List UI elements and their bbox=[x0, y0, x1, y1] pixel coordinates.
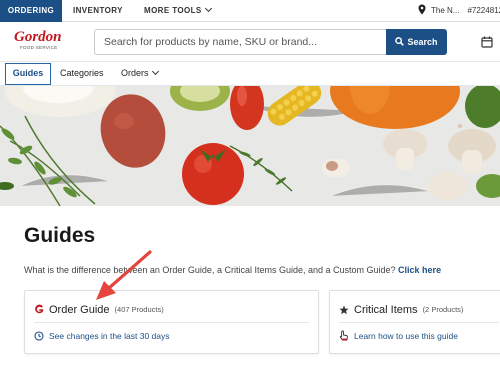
location-pin-icon bbox=[418, 4, 426, 15]
calendar-icon[interactable] bbox=[481, 36, 493, 48]
site-header: Gordon FOOD SERVICE Search bbox=[0, 22, 500, 62]
learn-how-label: Learn how to use this guide bbox=[354, 331, 458, 341]
card-divider bbox=[339, 322, 499, 323]
gordon-g-icon bbox=[35, 304, 44, 314]
card-header: Critical Items (2 Products) bbox=[339, 301, 463, 319]
search-button-label: Search bbox=[407, 37, 438, 47]
product-count: (2 Products) bbox=[422, 305, 464, 315]
page: ORDERING INVENTORY MORE TOOLS The N... #7… bbox=[0, 0, 500, 381]
chevron-down-icon bbox=[151, 67, 159, 76]
critical-items-card[interactable]: Critical Items (2 Products) Learn how to … bbox=[329, 290, 500, 354]
clock-history-icon bbox=[34, 331, 44, 341]
critical-items-title[interactable]: Critical Items bbox=[354, 304, 418, 316]
card-divider bbox=[34, 322, 309, 323]
order-guide-title[interactable]: Order Guide bbox=[49, 304, 110, 316]
subnav-categories[interactable]: Categories bbox=[60, 62, 104, 84]
tab-ordering[interactable]: ORDERING bbox=[0, 0, 62, 22]
logo-subtitle: FOOD SERVICE bbox=[20, 45, 58, 50]
chevron-down-icon bbox=[204, 4, 212, 13]
more-tools-label: MORE TOOLS bbox=[144, 6, 202, 15]
guide-difference-question: What is the difference between an Order … bbox=[24, 265, 396, 275]
order-guide-card[interactable]: Order Guide (407 Products) See changes in… bbox=[24, 290, 319, 354]
subnav-orders[interactable]: Orders bbox=[121, 62, 159, 84]
search-icon bbox=[395, 37, 405, 46]
subnav-guides[interactable]: Guides bbox=[5, 63, 51, 85]
logo-wordmark: Gordon bbox=[14, 29, 62, 45]
orders-label: Orders bbox=[121, 68, 149, 78]
sub-navigation: Guides Categories Orders bbox=[0, 62, 500, 86]
see-changes-link[interactable]: See changes in the last 30 days bbox=[34, 331, 170, 342]
location-selector[interactable]: The N... #7224812 bbox=[418, 0, 500, 22]
click-here-link[interactable]: Click here bbox=[398, 265, 441, 275]
page-title: Guides bbox=[24, 224, 96, 247]
pointer-hand-icon bbox=[339, 330, 348, 341]
product-count: (407 Products) bbox=[114, 305, 164, 315]
location-name: The N... bbox=[431, 6, 460, 15]
vegetables-illustration bbox=[0, 86, 500, 206]
account-number: #7224812 bbox=[467, 6, 500, 15]
gordon-food-service-logo[interactable]: Gordon FOOD SERVICE bbox=[14, 30, 74, 54]
search-input[interactable] bbox=[94, 29, 386, 55]
tab-more-tools[interactable]: MORE TOOLS bbox=[144, 0, 212, 22]
guide-difference-text: What is the difference between an Order … bbox=[24, 265, 441, 275]
tab-inventory[interactable]: INVENTORY bbox=[73, 0, 123, 22]
star-icon bbox=[339, 305, 349, 314]
see-changes-label: See changes in the last 30 days bbox=[49, 331, 170, 341]
card-header: Order Guide (407 Products) bbox=[34, 301, 164, 319]
search-button[interactable]: Search bbox=[386, 29, 447, 55]
learn-how-link[interactable]: Learn how to use this guide bbox=[339, 330, 458, 342]
top-utility-bar: ORDERING INVENTORY MORE TOOLS The N... #7… bbox=[0, 0, 500, 22]
hero-banner-vegetables bbox=[0, 86, 500, 206]
